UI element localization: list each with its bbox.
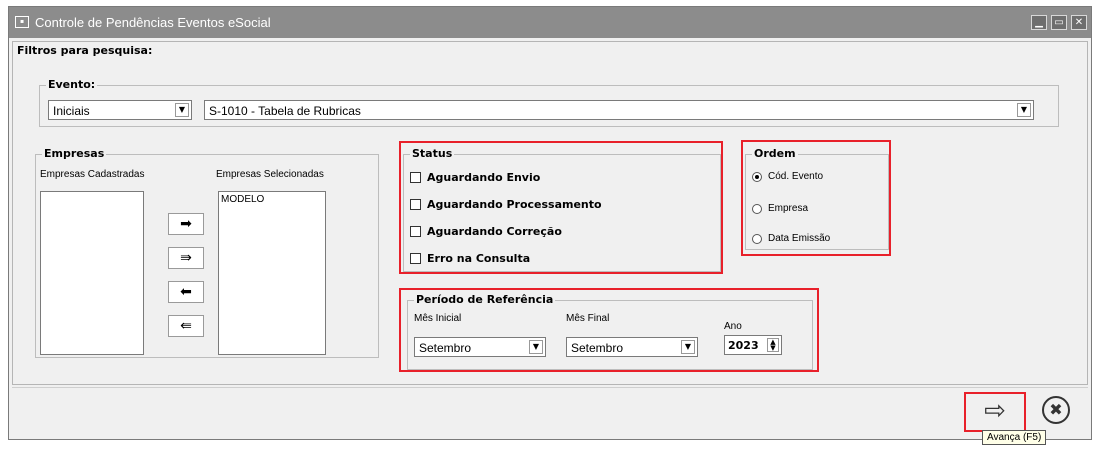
ordem-highlight [741, 140, 891, 256]
move-left-icon: ⬅ [180, 284, 192, 300]
evento-type-value: Iniciais [53, 104, 90, 118]
evento-group: Evento: Iniciais ▼ S-1010 - Tabela de Ru… [39, 78, 1059, 127]
window-title: Controle de Pendências Eventos eSocial [35, 15, 271, 30]
action-bar: ⇨ ✖ [12, 387, 1088, 434]
move-right-icon: ➡ [180, 216, 192, 232]
status-highlight [399, 141, 723, 274]
move-right-button[interactable]: ➡ [168, 213, 204, 235]
evento-type-select[interactable]: Iniciais ▼ [48, 100, 192, 120]
app-window-icon: ▪ [15, 16, 29, 28]
empresas-cadastradas-label: Empresas Cadastradas [40, 169, 145, 180]
move-all-right-icon: ⇛ [180, 250, 192, 266]
evento-select[interactable]: S-1010 - Tabela de Rubricas ▼ [204, 100, 1034, 120]
maximize-icon[interactable]: ▭ [1051, 15, 1067, 30]
empresas-group: Empresas Empresas Cadastradas Empresas S… [35, 147, 379, 358]
empresas-selecionadas-list[interactable]: MODELO [218, 191, 326, 355]
empresas-selecionadas-label: Empresas Selecionadas [216, 169, 324, 180]
filters-panel: Filtros para pesquisa: Evento: Iniciais … [12, 41, 1088, 385]
move-all-left-button[interactable]: ⇚ [168, 315, 204, 337]
evento-value: S-1010 - Tabela de Rubricas [209, 104, 361, 118]
minimize-icon[interactable]: ▁ [1031, 15, 1047, 30]
title-bar[interactable]: ▪ Controle de Pendências Eventos eSocial… [9, 7, 1091, 38]
empresas-cadastradas-list[interactable] [40, 191, 144, 355]
cancel-button[interactable]: ✖ [1042, 396, 1070, 424]
chevron-down-icon[interactable]: ▼ [175, 103, 189, 117]
periodo-highlight [399, 288, 819, 372]
move-all-left-icon: ⇚ [180, 318, 192, 334]
empresas-label: Empresas [42, 147, 107, 160]
evento-label: Evento: [46, 78, 98, 91]
list-item[interactable]: MODELO [221, 194, 264, 205]
arrow-right-icon: ⇨ [984, 396, 1006, 426]
cancel-circle-icon: ✖ [1049, 400, 1063, 419]
chevron-down-icon[interactable]: ▼ [1017, 103, 1031, 117]
move-left-button[interactable]: ⬅ [168, 281, 204, 303]
advance-tooltip: Avança (F5) [982, 430, 1047, 445]
filters-title: Filtros para pesquisa: [17, 44, 153, 57]
move-all-right-button[interactable]: ⇛ [168, 247, 204, 269]
advance-button[interactable]: ⇨ [964, 392, 1026, 432]
main-window: ▪ Controle de Pendências Eventos eSocial… [8, 6, 1092, 440]
close-icon[interactable]: ✕ [1071, 15, 1087, 30]
